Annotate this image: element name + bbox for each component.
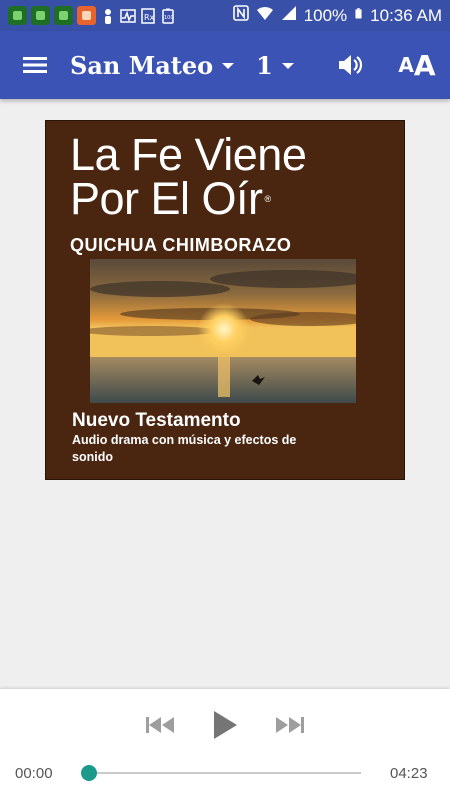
- chapter-number: 1: [256, 50, 273, 80]
- svg-text:Rx: Rx: [144, 13, 155, 22]
- battery-icon: [353, 4, 364, 27]
- cover-description: Audio drama con música y efectos de soni…: [72, 433, 297, 464]
- nfc-icon: [232, 4, 250, 27]
- audio-button[interactable]: [330, 31, 370, 99]
- text-size-big-letter: A: [413, 48, 436, 82]
- play-icon: [214, 711, 237, 739]
- seek-bar[interactable]: [89, 772, 361, 774]
- play-button[interactable]: [205, 705, 245, 745]
- activity-icon: [120, 8, 136, 24]
- dropdown-caret-icon: [281, 63, 294, 69]
- skip-previous-icon: [146, 717, 174, 733]
- next-button[interactable]: [270, 705, 310, 745]
- cover-title: La Fe Viene Por El Oír ®: [70, 129, 307, 224]
- dropdown-caret-icon: [222, 63, 235, 69]
- app-notification-icon: [77, 6, 96, 25]
- seek-thumb[interactable]: [81, 765, 97, 781]
- registered-mark: ®: [264, 194, 272, 204]
- playback-controls: [0, 705, 450, 745]
- svg-text:100: 100: [164, 15, 174, 21]
- book-name: San Mateo: [70, 50, 214, 80]
- album-cover: La Fe Viene Por El Oír ® QUICHUA CHIMBORA…: [45, 120, 405, 480]
- previous-button[interactable]: [140, 705, 180, 745]
- cover-language: QUICHUA CHIMBORAZO: [70, 235, 292, 255]
- cover-title-line2: Por El Oír: [70, 173, 263, 224]
- chapter-selector[interactable]: 1: [256, 31, 294, 99]
- audio-player: 00:00 04:23: [0, 689, 450, 800]
- app-notification-icon: [31, 6, 50, 25]
- prescription-icon: Rx: [140, 7, 156, 24]
- signal-icon: [280, 4, 298, 27]
- elapsed-time: 00:00: [15, 765, 53, 782]
- person-icon: [100, 8, 116, 24]
- total-time: 04:23: [390, 765, 428, 782]
- status-bar: Rx 100 100% 10:36 AM: [0, 0, 450, 31]
- clock: 10:36 AM: [370, 5, 442, 25]
- battery-percent: 100%: [303, 5, 348, 25]
- system-status: 100% 10:36 AM: [232, 4, 442, 27]
- app-notification-icon: [54, 6, 73, 25]
- text-size-button[interactable]: AA: [392, 31, 442, 99]
- app-notification-icon: [8, 6, 27, 25]
- sunset-photo: [90, 259, 356, 403]
- app-bar: San Mateo 1 AA: [0, 31, 450, 99]
- battery-100-icon: 100: [160, 8, 176, 24]
- cover-subtitle: Nuevo Testamento: [72, 410, 241, 431]
- wifi-icon: [256, 4, 274, 27]
- skip-next-icon: [276, 717, 304, 733]
- speaker-icon: [339, 55, 363, 75]
- menu-button[interactable]: [0, 31, 70, 99]
- text-size-small-letter: A: [398, 53, 414, 77]
- cover-title-line1: La Fe Viene: [70, 129, 307, 180]
- book-selector[interactable]: San Mateo: [70, 31, 235, 99]
- notification-icons: Rx 100: [8, 6, 176, 25]
- hamburger-menu-icon: [23, 57, 47, 73]
